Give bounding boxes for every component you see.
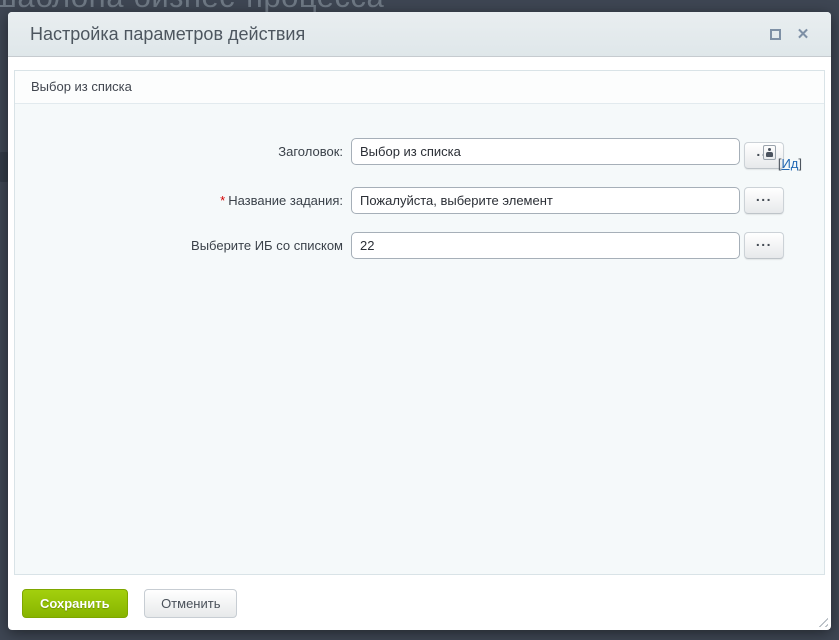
task-name-input[interactable] [351,187,740,214]
section-title: Выбор из списка [15,71,824,104]
save-button[interactable]: Сохранить [22,589,128,618]
iblock-input[interactable] [351,232,740,259]
form-row-iblock: Выберите ИБ со списком ... [15,232,824,259]
dialog-footer: Сохранить Отменить [8,575,831,618]
settings-panel: Выбор из списка Заголовок: ... *Название… [14,70,825,575]
dialog-title: Настройка параметров действия [8,12,831,56]
form-row-title: Заголовок: ... [15,138,824,169]
required-marker: * [220,193,225,208]
close-icon: ✕ [797,27,810,42]
more-button[interactable]: ... [744,232,784,259]
id-link-wrap: [Ид] [778,156,802,171]
more-button[interactable]: ... [744,187,784,214]
settings-form: Заголовок: ... *Название задания: ... [15,104,824,574]
insert-value-icon[interactable] [763,145,776,160]
bracket-close: ] [798,156,802,171]
form-row-task-name: *Название задания: ... [15,187,824,214]
background-text-sliver [0,152,8,182]
cancel-button[interactable]: Отменить [144,589,237,618]
dialog-titlebar[interactable]: Настройка параметров действия ✕ [8,12,831,57]
field-label: Выберите ИБ со списком [15,232,343,259]
id-link[interactable]: Ид [781,156,798,171]
title-input[interactable] [351,138,740,165]
close-button[interactable]: ✕ [791,12,815,56]
action-settings-dialog: Настройка параметров действия ✕ Выбор из… [8,12,831,630]
field-label: Заголовок: [15,138,343,169]
maximize-button[interactable] [763,12,787,56]
maximize-icon [770,29,781,40]
field-label: *Название задания: [15,187,343,214]
